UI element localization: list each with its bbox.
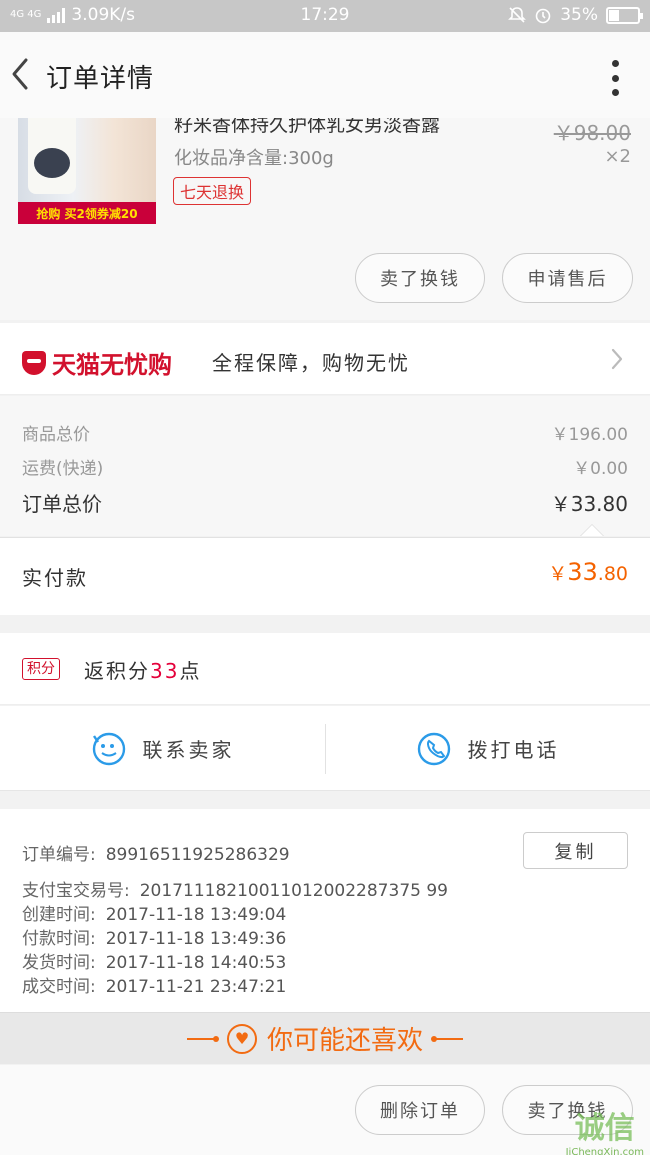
completed-line: 成交时间: 2017-11-21 23:47:21 xyxy=(22,972,286,997)
bottle-label xyxy=(34,148,70,178)
after-sales-button[interactable]: 申请售后 xyxy=(502,253,633,303)
shipping-value: ￥0.00 xyxy=(573,459,628,479)
alipay-label: 支付宝交易号: xyxy=(22,881,130,901)
actual-payment-row: 实付款 ￥33.80 xyxy=(0,537,650,615)
resell-button[interactable]: 卖了换钱 xyxy=(355,253,485,303)
phone-icon xyxy=(417,732,450,765)
recommend-header: ♥ 你可能还喜欢 xyxy=(0,1012,650,1064)
points-value: 33 xyxy=(150,659,180,683)
paid-label: 付款时间: xyxy=(22,929,96,949)
battery-icon xyxy=(606,6,643,24)
nav-bar: 订单详情 xyxy=(0,32,650,118)
pointer-notch xyxy=(580,524,604,536)
created-line: 创建时间: 2017-11-18 13:49:04 xyxy=(22,900,286,925)
contact-seller-label: 联系卖家 xyxy=(142,738,235,762)
actual-payment-label: 实付款 xyxy=(22,566,88,590)
goods-total-value: ￥196.00 xyxy=(551,425,628,445)
order-total-row: 订单总价 ￥33.80 xyxy=(22,488,628,517)
currency-symbol: ￥ xyxy=(548,563,568,585)
points-row: 积分 返积分33点 xyxy=(0,633,650,705)
product-card[interactable]: 抢购 买2领券减20 籽米香体持久护体乳女男淡香露 化妆品净含量:300g ￥9… xyxy=(0,118,650,320)
shipping-label: 运费(快递) xyxy=(22,459,104,479)
order-total-label: 订单总价 xyxy=(22,492,102,516)
copy-button[interactable]: 复制 xyxy=(523,832,628,869)
more-menu-icon[interactable] xyxy=(610,60,620,96)
alipay-line: 支付宝交易号: 20171118210011012002287375 99 xyxy=(22,876,448,901)
battery-percent: 35% xyxy=(560,5,598,25)
original-price: ￥98.00 xyxy=(553,121,631,145)
order-info: 订单编号: 89916511925286329 复制 支付宝交易号: 2017111… xyxy=(0,809,650,1012)
page-title: 订单详情 xyxy=(46,64,155,94)
completed-time: 2017-11-21 23:47:21 xyxy=(105,977,287,997)
product-spec: 化妆品净含量:300g xyxy=(174,148,334,169)
amount-decimal: .80 xyxy=(597,563,628,585)
chat-bubble-icon xyxy=(92,732,125,765)
points-text: 返积分33点 xyxy=(84,655,201,684)
shipping-row: 运费(快递) ￥0.00 xyxy=(22,454,628,479)
guarantee-brand: 天猫无忧购 xyxy=(52,351,172,379)
paid-line: 付款时间: 2017-11-18 13:49:36 xyxy=(22,924,286,949)
return-policy-tag: 七天退换 xyxy=(173,177,252,205)
alipay-number: 20171118210011012002287375 99 xyxy=(139,881,448,901)
created-time: 2017-11-18 13:49:04 xyxy=(105,905,287,925)
contact-bar: 联系卖家 拨打电话 xyxy=(0,706,650,791)
guarantee-slogan: 全程保障，购物无忧 xyxy=(212,351,410,375)
points-prefix: 返积分 xyxy=(84,659,150,683)
call-phone-button[interactable]: 拨打电话 xyxy=(325,706,650,791)
order-number-label: 订单编号: xyxy=(22,845,96,865)
created-label: 创建时间: xyxy=(22,905,96,925)
battery-fill xyxy=(609,9,619,21)
guarantee-row[interactable]: 天猫无忧购 全程保障，购物无忧 xyxy=(0,323,650,395)
goods-total-row: 商品总价 ￥196.00 xyxy=(22,420,628,445)
order-total-value: ￥33.80 xyxy=(550,492,628,516)
recommend-title: 你可能还喜欢 xyxy=(266,1026,423,1056)
price-summary: 商品总价 ￥196.00 运费(快递) ￥0.00 订单总价 ￥33.80 xyxy=(0,396,650,536)
shipped-label: 发货时间: xyxy=(22,953,96,973)
amount-integer: 33 xyxy=(567,558,598,586)
back-arrow-icon[interactable] xyxy=(6,54,36,94)
product-name[interactable]: 籽米香体持久护体乳女男淡香露 xyxy=(174,118,504,137)
order-number-line: 订单编号: 89916511925286329 xyxy=(22,840,290,865)
watermark-logo: 诚信 xyxy=(574,1111,635,1146)
paid-time: 2017-11-18 13:49:36 xyxy=(105,929,287,949)
delete-order-button[interactable]: 删除订单 xyxy=(355,1085,485,1135)
promo-banner: 抢购 买2领券减20 xyxy=(18,202,156,224)
status-right: 35% xyxy=(508,5,643,25)
watermark-url: JiChengXin.com xyxy=(565,1147,644,1155)
bottom-action-bar: 删除订单 卖了换钱 诚信 JiChengXin.com xyxy=(0,1065,650,1155)
left-dash xyxy=(186,1035,219,1042)
call-phone-label: 拨打电话 xyxy=(467,738,560,762)
contact-seller-button[interactable]: 联系卖家 xyxy=(0,706,325,791)
actual-payment-amount: ￥33.80 xyxy=(548,558,628,586)
points-badge: 积分 xyxy=(22,658,60,680)
goods-total-label: 商品总价 xyxy=(22,425,90,445)
shipped-time: 2017-11-18 14:40:53 xyxy=(105,953,287,973)
product-quantity: ×2 xyxy=(604,146,631,167)
chevron-right-icon xyxy=(611,348,623,370)
shipped-line: 发货时间: 2017-11-18 14:40:53 xyxy=(22,948,286,973)
tmall-guarantee-logo: 天猫无忧购 xyxy=(22,345,172,380)
product-image[interactable]: 抢购 买2领券减20 xyxy=(18,118,156,224)
right-dash xyxy=(431,1035,463,1042)
completed-label: 成交时间: xyxy=(22,977,96,997)
site-watermark: 诚信 JiChengXin.com xyxy=(566,1103,644,1155)
mute-bell-icon xyxy=(508,7,527,23)
heart-icon: ♥ xyxy=(226,1023,257,1054)
tmall-cat-icon xyxy=(22,350,46,375)
alarm-icon xyxy=(535,8,551,24)
order-number: 89916511925286329 xyxy=(105,845,290,865)
status-bar: 4G 4G 3.09K/s 17:29 35% xyxy=(0,0,650,32)
points-suffix: 点 xyxy=(179,659,202,683)
